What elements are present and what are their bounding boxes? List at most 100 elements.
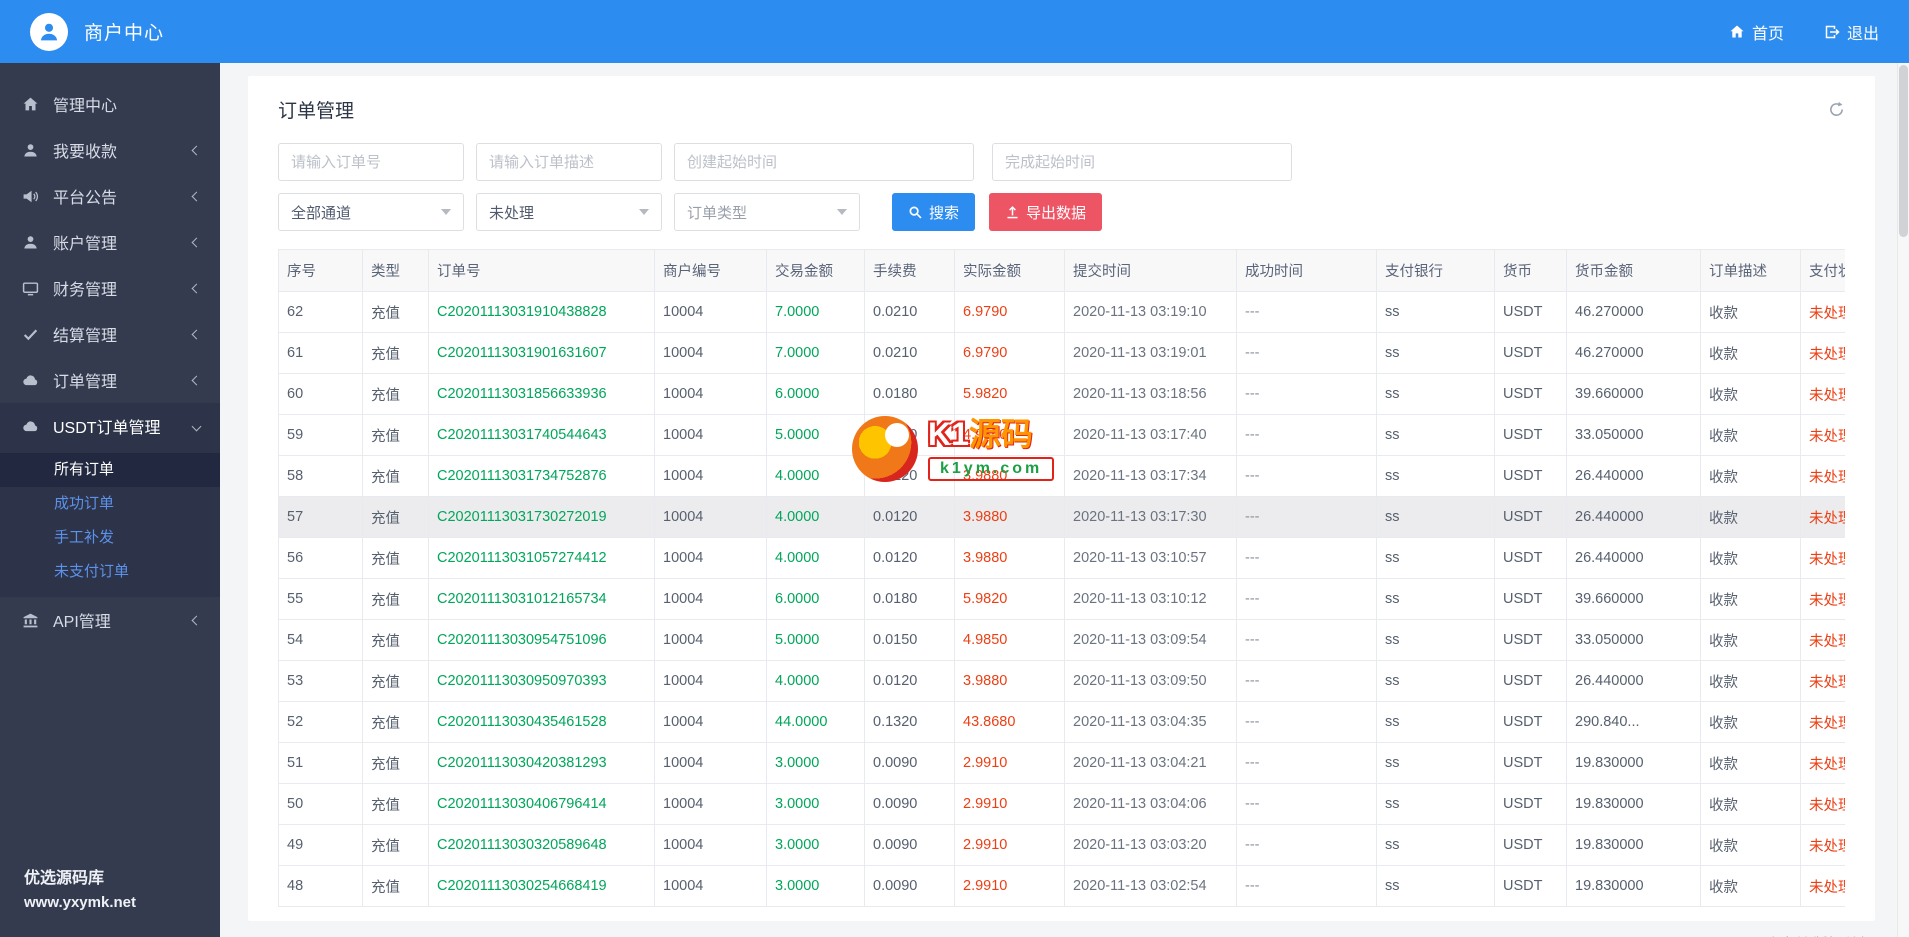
filter-row-inputs bbox=[248, 143, 1875, 181]
export-button[interactable]: 导出数据 bbox=[989, 193, 1103, 231]
cell-submit: 2020-11-13 03:19:01 bbox=[1064, 332, 1237, 374]
table-row[interactable]: 61 充值 C20201113031901631607 10004 7.0000 0.02… bbox=[278, 332, 1845, 374]
cell-bank: ss bbox=[1376, 496, 1495, 538]
cell-no: 61 bbox=[278, 332, 363, 374]
cell-order_no: C20201113031730272019 bbox=[428, 496, 655, 538]
cell-type: 充值 bbox=[362, 824, 429, 866]
cell-no: 50 bbox=[278, 783, 363, 825]
channel-select[interactable]: 全部通道 bbox=[278, 193, 464, 231]
cell-type: 充值 bbox=[362, 701, 429, 743]
table-row[interactable]: 59充值C20201113031740544643100045.00000.01… bbox=[278, 414, 1845, 456]
sidebar-item-api-management[interactable]: API管理 bbox=[0, 597, 220, 643]
sidebar-item-usdt-order-management[interactable]: USDT订单管理 bbox=[0, 403, 220, 449]
column-header: 支付状态 bbox=[1800, 249, 1845, 292]
cell-fee: 0.0210 bbox=[864, 332, 955, 374]
cell-success: --- bbox=[1236, 701, 1377, 743]
cell-submit: 2020-11-13 03:19:10 bbox=[1064, 291, 1237, 333]
chevron-left-icon bbox=[191, 375, 202, 385]
sidebar-item-label: 结算管理 bbox=[53, 328, 118, 345]
cell-submit: 2020-11-13 03:09:54 bbox=[1064, 619, 1237, 661]
chevron-left-icon bbox=[191, 191, 202, 201]
order-type-select[interactable]: 订单类型 bbox=[674, 193, 860, 231]
table-row[interactable]: 53 充值 C20201113030950970393 10004 4.0000 0.01… bbox=[278, 660, 1845, 702]
cell-actual: 2.9910 bbox=[954, 742, 1065, 784]
sidebar-subitem-manual-resend[interactable]: 手工补发 bbox=[0, 521, 220, 555]
nav-logout-link[interactable]: 退出 bbox=[1824, 20, 1879, 44]
column-header: 手续费 bbox=[864, 249, 955, 292]
sidebar-item-account-management[interactable]: 账户管理 bbox=[0, 219, 220, 265]
cell-submit: 2020-11-13 03:04:35 bbox=[1064, 701, 1237, 743]
column-header: 序号 bbox=[278, 249, 363, 292]
order-desc-input[interactable] bbox=[476, 143, 662, 181]
cell-currency_amount: 19.830000 bbox=[1566, 783, 1701, 825]
sidebar-subitem-unpaid-orders[interactable]: 未支付订单 bbox=[0, 555, 220, 589]
refresh-icon[interactable] bbox=[1828, 101, 1845, 118]
cell-status: 未处理 bbox=[1800, 783, 1845, 825]
sidebar-item-platform-announcement[interactable]: 平台公告 bbox=[0, 173, 220, 219]
search-button[interactable]: 搜索 bbox=[892, 193, 976, 231]
cell-merchant: 10004 bbox=[654, 496, 767, 538]
sidebar-item-settlement-management[interactable]: 结算管理 bbox=[0, 311, 220, 357]
watermark-logo-icon bbox=[852, 416, 918, 482]
cell-order_no: C20201113030406796414 bbox=[428, 783, 655, 825]
user-icon bbox=[20, 142, 40, 159]
cell-status: 未处理 bbox=[1800, 414, 1845, 456]
cell-currency_amount: 46.270000 bbox=[1566, 291, 1701, 333]
cell-actual: 4.9850 bbox=[954, 619, 1065, 661]
table-row[interactable]: 51 充值 C20201113030420381293 10004 3.0000 0.00… bbox=[278, 742, 1845, 784]
cell-currency_amount: 26.440000 bbox=[1566, 455, 1701, 497]
table-row[interactable]: 57 充值 C20201113031730272019 10004 4.0000 0.01… bbox=[278, 496, 1845, 538]
cell-no: 52 bbox=[278, 701, 363, 743]
scrollbar-thumb[interactable] bbox=[1899, 65, 1908, 237]
cell-type: 充值 bbox=[362, 783, 429, 825]
sidebar-footer: 优选源码库 www.yxymk.net bbox=[24, 864, 136, 911]
table-row[interactable]: 49 充值 C20201113030320589648 10004 3.0000 0.00… bbox=[278, 824, 1845, 866]
cell-currency: USDT bbox=[1494, 660, 1567, 702]
cell-no: 54 bbox=[278, 619, 363, 661]
column-header: 货币 bbox=[1494, 249, 1567, 292]
sidebar-item-label: 平台公告 bbox=[53, 190, 118, 207]
cell-success: --- bbox=[1236, 824, 1377, 866]
finish-time-input[interactable] bbox=[992, 143, 1292, 181]
cell-success: --- bbox=[1236, 496, 1377, 538]
cell-order_no: C20201113031856633936 bbox=[428, 373, 655, 415]
table-row[interactable]: 54 充值 C20201113030954751096 10004 5.0000 0.01… bbox=[278, 619, 1845, 661]
chevron-down-icon bbox=[191, 421, 202, 431]
sidebar-subitem-all-orders[interactable]: 所有订单 bbox=[0, 453, 220, 487]
cell-currency: USDT bbox=[1494, 373, 1567, 415]
cell-submit: 2020-11-13 03:17:40 bbox=[1064, 414, 1237, 456]
cell-desc: 收款 bbox=[1700, 537, 1801, 579]
sidebar-subitem-success-orders[interactable]: 成功订单 bbox=[0, 487, 220, 521]
cell-success: --- bbox=[1236, 414, 1377, 456]
table-row[interactable]: 50 充值 C20201113030406796414 10004 3.0000 0.00… bbox=[278, 783, 1845, 825]
sidebar-item-collect-money[interactable]: 我要收款 bbox=[0, 127, 220, 173]
status-select[interactable]: 未处理 bbox=[476, 193, 662, 231]
table-row[interactable]: 58充值C20201113031734752876100044.00000.01… bbox=[278, 455, 1845, 497]
create-time-input[interactable] bbox=[674, 143, 974, 181]
vertical-scrollbar[interactable] bbox=[1897, 63, 1909, 937]
cell-success: --- bbox=[1236, 783, 1377, 825]
table-row[interactable]: 55 充值 C20201113031012165734 10004 6.0000 0.01… bbox=[278, 578, 1845, 620]
sidebar-item-order-management[interactable]: 订单管理 bbox=[0, 357, 220, 403]
nav-logout-label: 退出 bbox=[1846, 25, 1879, 43]
table-row[interactable]: 60 充值 C20201113031856633936 10004 6.0000 0.01… bbox=[278, 373, 1845, 415]
table-row[interactable]: 56 充值 C20201113031057274412 10004 4.0000 0.01… bbox=[278, 537, 1845, 579]
cloud-icon bbox=[20, 418, 40, 435]
cell-bank: ss bbox=[1376, 865, 1495, 907]
table-row[interactable]: 62 充值 C20201113031910438828 10004 7.0000 0.02… bbox=[278, 291, 1845, 333]
cell-amount: 4.0000 bbox=[766, 455, 865, 497]
sidebar-footer-url[interactable]: www.yxymk.net bbox=[24, 894, 136, 911]
topbar: 商户中心 首页 退出 bbox=[0, 0, 1909, 63]
nav-home-label: 首页 bbox=[1751, 25, 1784, 43]
sidebar-item-management-center[interactable]: 管理中心 bbox=[0, 81, 220, 127]
cell-status: 未处理 bbox=[1800, 865, 1845, 907]
order-no-input[interactable] bbox=[278, 143, 464, 181]
cell-success: --- bbox=[1236, 455, 1377, 497]
cell-amount: 44.0000 bbox=[766, 701, 865, 743]
table-row[interactable]: 48 充值 C20201113030254668419 10004 3.0000 0.00… bbox=[278, 865, 1845, 907]
nav-home-link[interactable]: 首页 bbox=[1729, 20, 1784, 44]
cell-type: 充值 bbox=[362, 373, 429, 415]
sidebar-item-finance-management[interactable]: 财务管理 bbox=[0, 265, 220, 311]
table-row[interactable]: 52 充值 C20201113030435461528 10004 44.0000 0.1… bbox=[278, 701, 1845, 743]
cell-no: 51 bbox=[278, 742, 363, 784]
